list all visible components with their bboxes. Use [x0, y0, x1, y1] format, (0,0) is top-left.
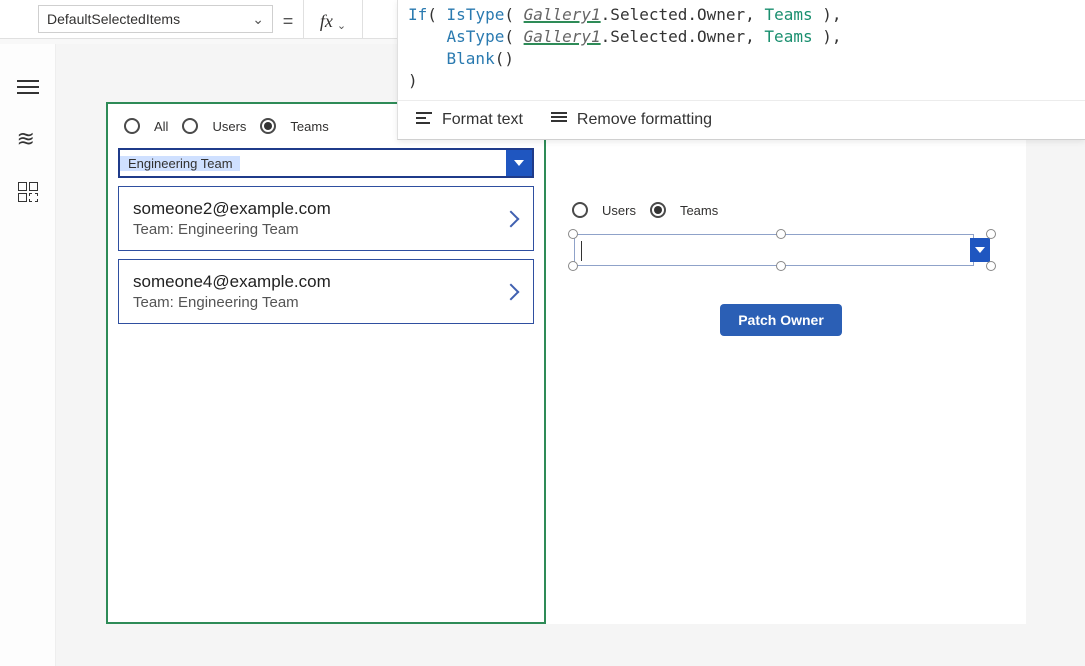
- property-name: DefaultSelectedItems: [47, 11, 180, 27]
- radio-all-label: All: [154, 119, 168, 134]
- left-rail: [0, 44, 56, 666]
- formula-editor[interactable]: If( IsType( Gallery1.Selected.Owner, Tea…: [397, 0, 1085, 140]
- team-combobox-value: Engineering Team: [120, 156, 506, 171]
- chevron-down-icon: ⌄: [337, 19, 346, 32]
- resize-handle[interactable]: [776, 261, 786, 271]
- text-cursor: [581, 241, 582, 261]
- justify-icon: [551, 111, 567, 129]
- chevron-down-icon: ⌄: [252, 11, 264, 28]
- layers-icon[interactable]: [17, 130, 39, 148]
- owner-type-radios: Users Teams: [566, 202, 996, 230]
- property-dropdown[interactable]: DefaultSelectedItems ⌄: [38, 5, 273, 33]
- resize-handle[interactable]: [776, 229, 786, 239]
- formula-text[interactable]: If( IsType( Gallery1.Selected.Owner, Tea…: [398, 0, 1085, 100]
- radio-all[interactable]: [124, 118, 140, 134]
- list-item[interactable]: someone4@example.com Team: Engineering T…: [118, 259, 534, 324]
- gallery[interactable]: All Users Teams Engineering Team someone…: [106, 102, 546, 624]
- chevron-down-icon: [514, 160, 524, 166]
- radio-users[interactable]: [572, 202, 588, 218]
- hamburger-icon[interactable]: [17, 78, 39, 96]
- combobox-dropdown-button[interactable]: [506, 150, 532, 176]
- radio-teams[interactable]: [650, 202, 666, 218]
- team-combobox[interactable]: Engineering Team: [118, 148, 534, 178]
- components-icon[interactable]: [18, 182, 38, 202]
- selected-combobox[interactable]: [566, 230, 996, 270]
- format-icon: [416, 111, 432, 129]
- radio-users[interactable]: [182, 118, 198, 134]
- fx-label: fx: [320, 11, 333, 32]
- combobox-input[interactable]: [574, 234, 974, 266]
- patch-owner-button[interactable]: Patch Owner: [720, 304, 842, 336]
- remove-formatting-button[interactable]: Remove formatting: [551, 111, 712, 129]
- resize-handle[interactable]: [568, 229, 578, 239]
- radio-teams-label: Teams: [680, 203, 718, 218]
- combobox-dropdown-button[interactable]: [970, 238, 990, 262]
- fx-button[interactable]: fx ⌄: [303, 0, 363, 38]
- item-email: someone4@example.com: [133, 272, 519, 292]
- item-email: someone2@example.com: [133, 199, 519, 219]
- canvas[interactable]: All Users Teams Engineering Team someone…: [106, 102, 1026, 624]
- radio-teams[interactable]: [260, 118, 276, 134]
- list-item[interactable]: someone2@example.com Team: Engineering T…: [118, 186, 534, 251]
- item-team: Team: Engineering Team: [133, 294, 519, 311]
- radio-users-label: Users: [212, 119, 246, 134]
- equals-label: =: [273, 0, 303, 38]
- radio-teams-label: Teams: [290, 119, 328, 134]
- item-team: Team: Engineering Team: [133, 221, 519, 238]
- resize-handle[interactable]: [568, 261, 578, 271]
- radio-users-label: Users: [602, 203, 636, 218]
- remove-formatting-label: Remove formatting: [577, 111, 712, 129]
- format-text-label: Format text: [442, 111, 523, 129]
- format-text-button[interactable]: Format text: [416, 111, 523, 129]
- resize-handle[interactable]: [986, 261, 996, 271]
- formula-toolbar: Format text Remove formatting: [398, 100, 1085, 139]
- detail-form: Users Teams Patch Owner: [566, 202, 996, 336]
- resize-handle[interactable]: [986, 229, 996, 239]
- chevron-down-icon: [975, 247, 985, 253]
